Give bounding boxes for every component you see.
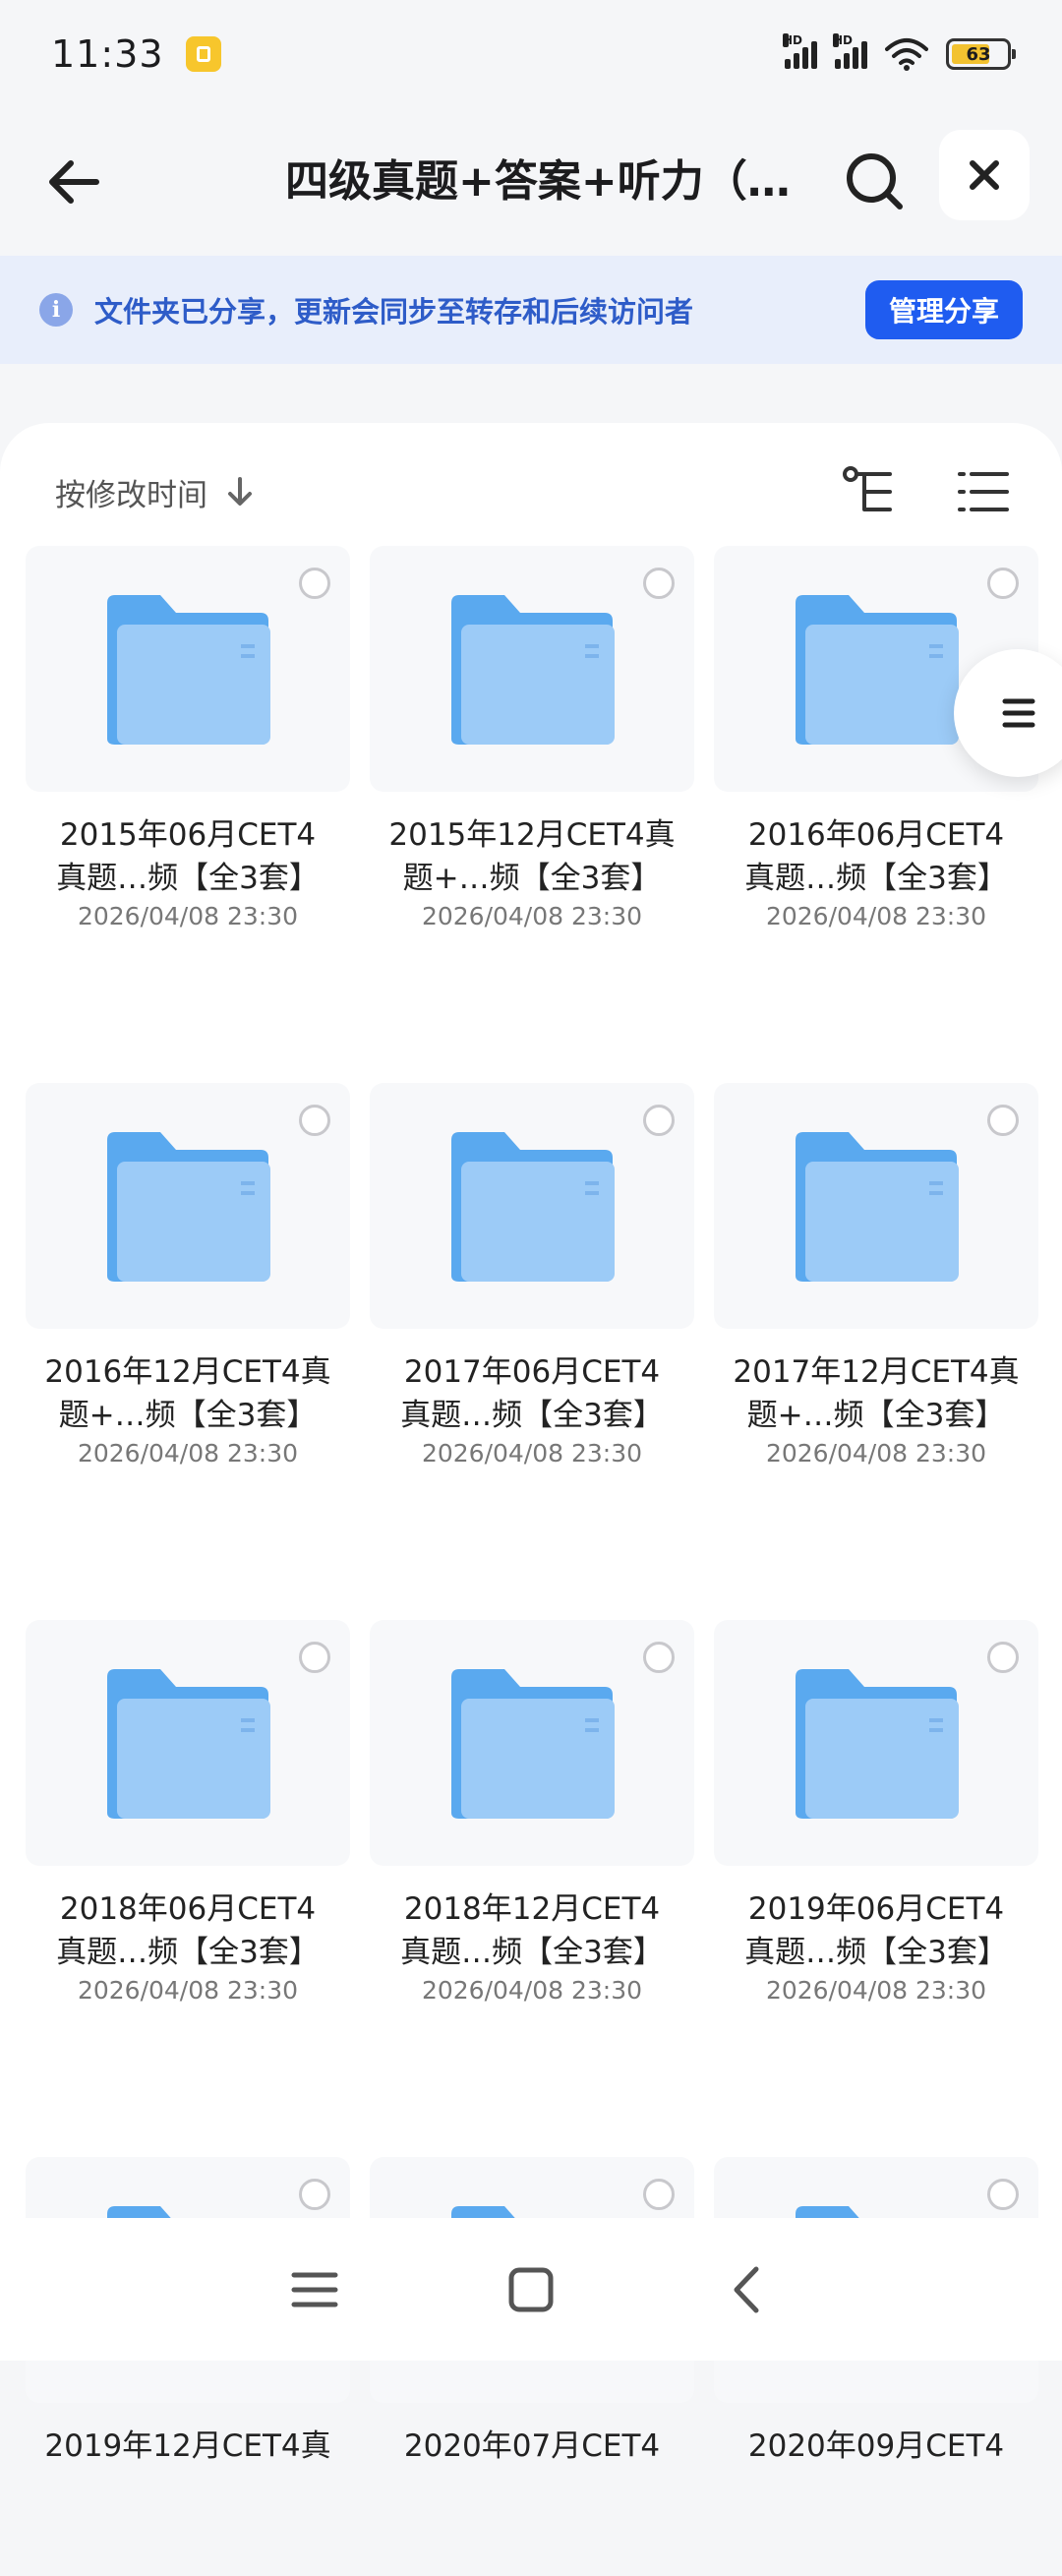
info-icon: i — [39, 293, 73, 327]
notification-app-icon — [185, 36, 221, 72]
folder-thumbnail — [714, 1620, 1038, 1866]
folder-icon — [796, 595, 959, 745]
select-checkbox[interactable] — [299, 568, 330, 599]
share-banner-text: 文件夹已分享，更新会同步至转存和后续访问者 — [94, 295, 694, 329]
header: 四级真题+答案+听力（… — [0, 108, 1062, 256]
list-view-icon[interactable] — [954, 462, 1013, 521]
folder-thumbnail — [26, 1620, 350, 1866]
folder-date: 2026/04/08 23:30 — [77, 902, 299, 930]
folder-thumbnail — [370, 546, 694, 792]
file-panel: 按修改时间 2015年06月CET4 真题…频【全3套】 2026/04/08 … — [0, 423, 1062, 2464]
folder-name: 2018年06月CET4 真题…频【全3套】 — [56, 1891, 320, 1970]
folder-date: 2026/04/08 23:30 — [765, 1439, 987, 1468]
folder-name: 2016年12月CET4真 题+…频【全3套】 — [44, 1354, 331, 1433]
folder-icon — [107, 1669, 270, 1819]
folder-item[interactable]: 2016年12月CET4真 题+…频【全3套】 2026/04/08 23:30 — [26, 1083, 350, 1502]
folder-icon — [796, 1669, 959, 1819]
folder-thumbnail — [370, 1083, 694, 1329]
signal-icon: HD — [833, 33, 867, 69]
select-checkbox[interactable] — [643, 2179, 675, 2210]
battery-icon: 63 — [946, 38, 1016, 70]
status-indicators: HD HD 63 — [783, 33, 1016, 71]
sort-label: 按修改时间 — [55, 477, 207, 513]
folder-name: 2020年09月CET4 — [747, 2428, 1005, 2464]
folder-item[interactable]: 2018年06月CET4 真题…频【全3套】 2026/04/08 23:30 — [26, 1620, 350, 2039]
folder-date: 2026/04/08 23:30 — [421, 902, 643, 930]
close-button[interactable] — [939, 130, 1030, 220]
select-checkbox[interactable] — [987, 1642, 1019, 1673]
search-icon[interactable] — [841, 148, 910, 216]
select-checkbox[interactable] — [299, 1642, 330, 1673]
folder-thumbnail — [26, 1083, 350, 1329]
menu-icon — [1002, 698, 1035, 728]
folder-thumbnail — [714, 1083, 1038, 1329]
sort-control[interactable]: 按修改时间 — [55, 462, 255, 521]
folder-date: 2026/04/08 23:30 — [421, 1439, 643, 1468]
signal-icon: HD — [783, 33, 817, 69]
select-checkbox[interactable] — [299, 1105, 330, 1136]
folder-icon — [451, 1132, 615, 1282]
share-banner: i 文件夹已分享，更新会同步至转存和后续访问者 管理分享 — [0, 256, 1062, 364]
folder-name: 2018年12月CET4 真题…频【全3套】 — [400, 1891, 664, 1970]
folder-date: 2026/04/08 23:30 — [421, 1976, 643, 2005]
folder-name: 2017年06月CET4 真题…频【全3套】 — [400, 1354, 664, 1433]
folder-icon — [107, 595, 270, 745]
folder-thumbnail — [370, 1620, 694, 1866]
select-checkbox[interactable] — [643, 568, 675, 599]
select-checkbox[interactable] — [643, 1642, 675, 1673]
home-icon[interactable] — [497, 2255, 565, 2324]
arrow-down-icon — [228, 477, 252, 506]
folder-thumbnail — [26, 546, 350, 792]
folder-name: 2015年12月CET4真 题+…频【全3套】 — [388, 817, 676, 896]
status-time: 11:33 — [51, 32, 164, 76]
manage-share-button[interactable]: 管理分享 — [864, 280, 1023, 339]
arrow-left-icon[interactable] — [39, 148, 108, 216]
folder-name: 2020年07月CET4 — [403, 2428, 661, 2464]
page-title: 四级真题+答案+听力（… — [285, 156, 791, 207]
select-checkbox[interactable] — [643, 1105, 675, 1136]
folder-icon — [796, 1132, 959, 1282]
folder-date: 2026/04/08 23:30 — [77, 1439, 299, 1468]
menu-icon[interactable] — [280, 2255, 349, 2324]
folder-name: 2019年12月CET4真 — [44, 2428, 331, 2464]
folder-name: 2016年06月CET4 真题…频【全3套】 — [744, 817, 1008, 896]
folder-item[interactable]: 2019年06月CET4 真题…频【全3套】 2026/04/08 23:30 — [714, 1620, 1038, 2039]
folder-item[interactable]: 2018年12月CET4 真题…频【全3套】 2026/04/08 23:30 — [370, 1620, 694, 2039]
select-checkbox[interactable] — [299, 2179, 330, 2210]
folder-name: 2019年06月CET4 真题…频【全3套】 — [744, 1891, 1008, 1970]
system-nav-bar — [0, 2218, 1062, 2361]
back-icon[interactable] — [713, 2255, 782, 2324]
folder-icon — [107, 1132, 270, 1282]
folder-icon — [451, 1669, 615, 1819]
folder-name: 2015年06月CET4 真题…频【全3套】 — [56, 817, 320, 896]
folder-name: 2017年12月CET4真 题+…频【全3套】 — [733, 1354, 1020, 1433]
select-checkbox[interactable] — [987, 2179, 1019, 2210]
select-checkbox[interactable] — [987, 1105, 1019, 1136]
close-icon — [970, 160, 999, 190]
tree-view-icon[interactable] — [841, 462, 900, 521]
folder-item[interactable]: 2017年06月CET4 真题…频【全3套】 2026/04/08 23:30 — [370, 1083, 694, 1502]
battery-level: 63 — [966, 43, 991, 65]
wifi-icon — [885, 38, 928, 71]
folder-item[interactable]: 2017年12月CET4真 题+…频【全3套】 2026/04/08 23:30 — [714, 1083, 1038, 1502]
folder-date: 2026/04/08 23:30 — [765, 902, 987, 930]
folder-date: 2026/04/08 23:30 — [765, 1976, 987, 2005]
select-checkbox[interactable] — [987, 568, 1019, 599]
folder-item[interactable]: 2015年06月CET4 真题…频【全3套】 2026/04/08 23:30 — [26, 546, 350, 965]
folder-date: 2026/04/08 23:30 — [77, 1976, 299, 2005]
status-bar: 11:33 HD HD 63 — [0, 0, 1062, 108]
folder-item[interactable]: 2015年12月CET4真 题+…频【全3套】 2026/04/08 23:30 — [370, 546, 694, 965]
folder-icon — [451, 595, 615, 745]
